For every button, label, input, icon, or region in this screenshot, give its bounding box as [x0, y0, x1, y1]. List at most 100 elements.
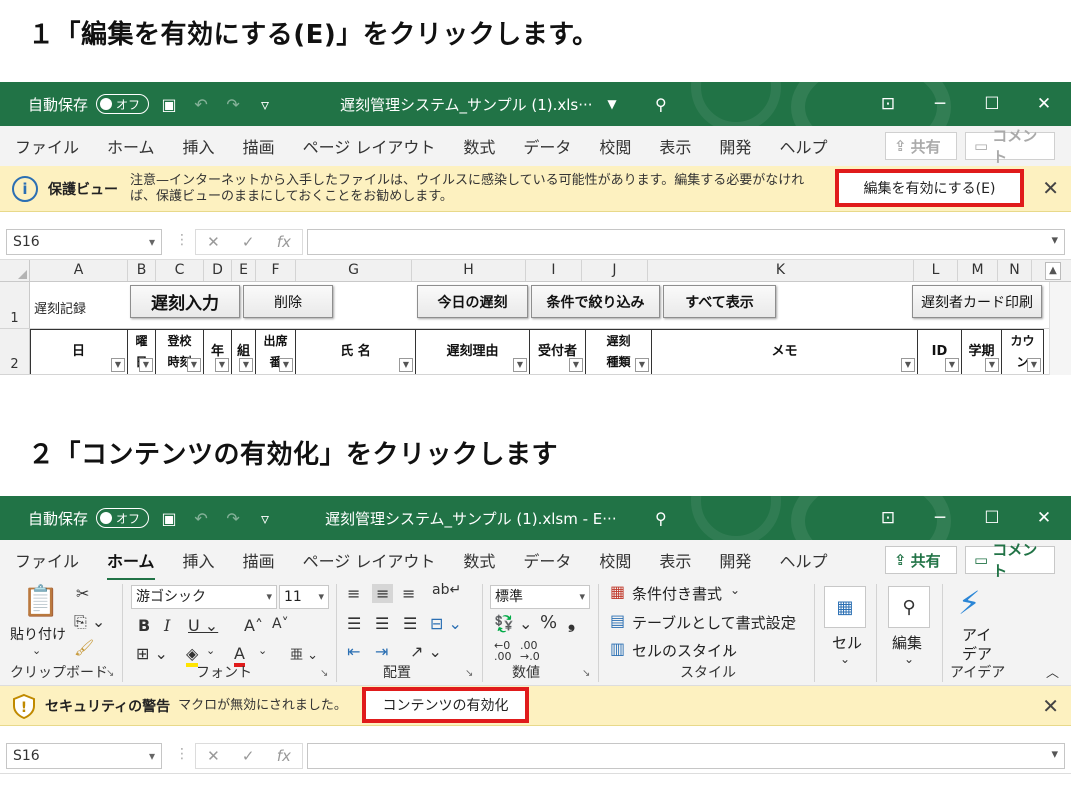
enter-icon[interactable]: ✓ [242, 747, 255, 765]
align-center-icon[interactable]: ☰ [375, 614, 389, 633]
save-icon[interactable]: ▣ [157, 509, 181, 528]
header-name[interactable]: 氏 名 ▼ [296, 329, 416, 374]
column-header[interactable]: K [648, 260, 914, 281]
search-icon[interactable]: ⚲ [655, 95, 667, 114]
search-icon[interactable]: ⚲ [655, 509, 667, 528]
tab-formulas[interactable]: 数式 [449, 134, 509, 158]
header-term[interactable]: 学期 ▼ [962, 329, 1002, 374]
comment-button[interactable]: ▭ コメント [965, 127, 1055, 166]
format-table-icon[interactable]: ▤ [610, 611, 625, 630]
column-header[interactable]: I [526, 260, 582, 281]
chevron-down-icon[interactable]: ⌄ [788, 612, 798, 626]
ideas-icon[interactable]: ⚡ [958, 584, 980, 622]
save-icon[interactable]: ▣ [157, 95, 181, 114]
header-type[interactable]: 遅刻 種類 ▼ [586, 329, 652, 374]
column-header[interactable]: H [412, 260, 526, 281]
filter-button[interactable]: 条件で絞り込み [531, 285, 660, 318]
vertical-scrollbar[interactable] [1049, 282, 1071, 375]
wrap-text-icon[interactable]: ab↵ [432, 582, 461, 598]
column-header[interactable]: M [958, 260, 998, 281]
customize-qat-icon[interactable]: ▿ [253, 95, 277, 114]
tab-formulas[interactable]: 数式 [449, 548, 509, 572]
tab-developer[interactable]: 開発 [705, 134, 765, 158]
redo-icon[interactable]: ↷ [221, 509, 245, 528]
enable-editing-button[interactable]: 編集を有効にする(E) [835, 169, 1024, 207]
undo-icon[interactable]: ↶ [189, 95, 213, 114]
share-button[interactable]: ⇪ 共有 [885, 132, 957, 160]
column-header[interactable]: B [128, 260, 156, 281]
column-header[interactable]: D [204, 260, 232, 281]
cells-icon[interactable]: ▦ [824, 586, 866, 628]
cut-icon[interactable]: ✂ [76, 584, 89, 603]
increase-decimal-icon[interactable]: ←0.00 [494, 640, 512, 662]
tab-developer[interactable]: 開発 [705, 548, 765, 572]
borders-icon[interactable]: ⊞ ⌄ [136, 644, 168, 663]
format-painter-icon[interactable]: 🖌 [74, 638, 94, 657]
collapse-ribbon-icon[interactable]: ︿ [1046, 662, 1059, 681]
tab-page-layout[interactable]: ページ レイアウト [289, 548, 450, 572]
tab-page-layout[interactable]: ページ レイアウト [289, 134, 450, 158]
customize-qat-icon[interactable]: ▿ [253, 509, 277, 528]
maximize-icon[interactable]: ☐ [981, 508, 1003, 528]
column-header[interactable]: J [582, 260, 648, 281]
accounting-format-icon[interactable]: 💱 ⌄ [494, 614, 532, 633]
column-header[interactable]: C [156, 260, 204, 281]
header-id[interactable]: ID ▼ [918, 329, 962, 374]
conditional-format-button[interactable]: 条件付き書式 [632, 583, 722, 604]
merge-center-icon[interactable]: ⊟ ⌄ [430, 614, 462, 633]
late-input-button[interactable]: 遅刻入力 [130, 285, 240, 318]
font-shrink-icon[interactable]: A˅ [272, 616, 289, 632]
minimize-icon[interactable]: ─ [929, 94, 951, 114]
header-count[interactable]: カウ ン ▼ [1002, 329, 1044, 374]
tab-insert[interactable]: 挿入 [169, 134, 229, 158]
copy-icon[interactable]: ⎘ ⌄ [74, 612, 105, 632]
formula-input[interactable] [307, 229, 1065, 255]
fx-icon[interactable]: fx [277, 233, 291, 251]
scroll-up-arrow[interactable]: ▲ [1045, 262, 1061, 280]
ribbon-display-icon[interactable]: ⊡ [877, 94, 899, 114]
cell-a1[interactable]: 遅刻記録 [34, 298, 86, 317]
percent-icon[interactable]: % [540, 612, 557, 633]
cancel-icon[interactable]: ✕ [207, 747, 220, 765]
minimize-icon[interactable]: ─ [929, 508, 951, 528]
enter-icon[interactable]: ✓ [242, 233, 255, 251]
close-icon[interactable]: ✕ [1042, 176, 1059, 200]
tab-home[interactable]: ホーム [93, 134, 169, 158]
tab-help[interactable]: ヘルプ [765, 134, 841, 158]
enable-content-button[interactable]: コンテンツの有効化 [362, 687, 529, 723]
header-seat[interactable]: 出席 番 ▼ [256, 329, 296, 374]
fx-icon[interactable]: fx [277, 747, 291, 765]
underline-icon[interactable]: U ⌄ [188, 616, 218, 635]
header-receiver[interactable]: 受付者 ▼ [530, 329, 586, 374]
tab-file[interactable]: ファイル [0, 134, 93, 158]
header-year[interactable]: 年 ▼ [204, 329, 232, 374]
ideas-button[interactable]: アイ デア [962, 626, 992, 664]
italic-icon[interactable]: I [164, 616, 170, 635]
close-window-icon[interactable]: ✕ [1033, 94, 1055, 114]
tab-draw[interactable]: 描画 [229, 548, 289, 572]
column-header[interactable]: F [256, 260, 296, 281]
title-dropdown-icon[interactable]: ▼ [600, 97, 624, 111]
row-header[interactable]: 2 [0, 329, 30, 374]
name-box[interactable]: S16 [6, 229, 162, 255]
header-reason[interactable]: 遅刻理由 ▼ [416, 329, 530, 374]
font-color-dropdown-icon[interactable]: ⌄ [258, 644, 267, 657]
header-weekday[interactable]: 曜 日▼ [128, 329, 156, 374]
cancel-icon[interactable]: ✕ [207, 233, 220, 251]
window-title[interactable]: 遅刻管理システム_サンプル (1).xlsm - E··· [325, 508, 617, 529]
cell-styles-button[interactable]: セルのスタイル [632, 640, 737, 661]
header-day[interactable]: 日 ▼ [30, 329, 128, 374]
column-header[interactable]: G [296, 260, 412, 281]
fill-color-dropdown-icon[interactable]: ⌄ [206, 644, 215, 657]
ribbon-display-icon[interactable]: ⊡ [877, 508, 899, 528]
header-class[interactable]: 組 ▼ [232, 329, 256, 374]
chevron-down-icon[interactable]: ⌄ [724, 640, 734, 654]
print-card-button[interactable]: 遅刻者カード印刷 [912, 285, 1042, 318]
close-icon[interactable]: ✕ [1042, 694, 1059, 718]
today-late-button[interactable]: 今日の遅刻 [417, 285, 528, 318]
decrease-indent-icon[interactable]: ⇤ [347, 642, 360, 661]
align-middle-icon[interactable]: ≡ [372, 584, 394, 603]
align-left-icon[interactable]: ☰ [347, 614, 361, 633]
tab-file[interactable]: ファイル [0, 548, 93, 572]
comment-button[interactable]: ▭ コメント [965, 541, 1055, 580]
